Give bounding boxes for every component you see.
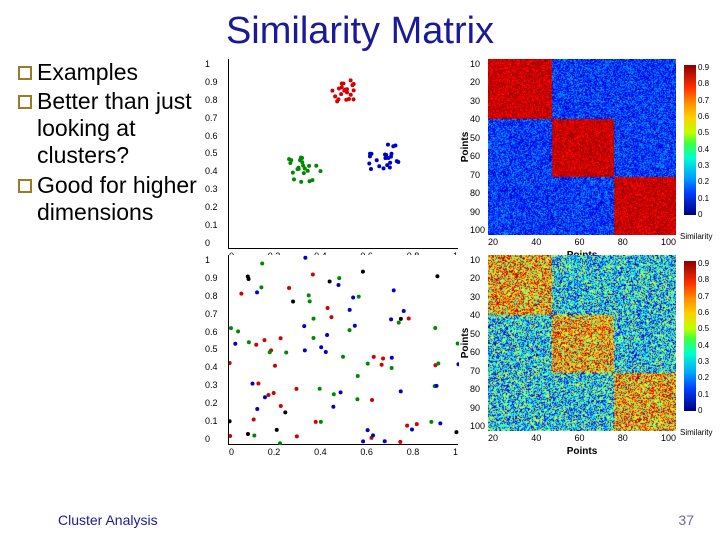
matrix-bottom-wrap: 102030405060708090100 20406080100 Points… (466, 255, 696, 445)
yticks: 10.90.80.70.60.50.40.30.20.10 (205, 59, 218, 248)
bullet-icon (18, 179, 32, 193)
xticks: 20406080100 (488, 237, 676, 247)
cticks: 0.90.80.70.60.50.40.30.20.10 (698, 259, 709, 415)
chart-row-top: 10.90.80.70.60.50.40.30.20.10 00.20.40.6… (204, 59, 710, 249)
chart-row-bottom: 10.90.80.70.60.50.40.30.20.10 00.20.40.6… (204, 255, 710, 445)
bullet-text: Better than just looking at clusters? (37, 88, 198, 169)
footer-left: Cluster Analysis (58, 512, 158, 528)
xlabel: Points (488, 446, 676, 457)
scatter-bottom: 10.90.80.70.60.50.40.30.20.10 00.20.40.6… (228, 255, 458, 445)
yticks: 102030405060708090100 (470, 59, 485, 235)
slide-body: Examples Better than just looking at clu… (0, 53, 720, 445)
yticks: 10.90.80.70.60.50.40.30.20.10 (205, 255, 218, 444)
bullet-item: Better than just looking at clusters? (18, 88, 198, 169)
ylabel: Points (460, 132, 471, 163)
bullet-item: Good for higher dimensions (18, 172, 198, 226)
page-number: 37 (678, 512, 694, 528)
colorbar: 0.90.80.70.60.50.40.30.20.10 Similarity (684, 261, 696, 411)
bullet-text: Good for higher dimensions (37, 172, 198, 226)
xticks: 20406080100 (488, 433, 676, 443)
colorbar: 0.90.80.70.60.50.40.30.20.10 Similarity (684, 65, 696, 215)
scatter-top: 10.90.80.70.60.50.40.30.20.10 00.20.40.6… (228, 59, 458, 249)
matrix-top: 102030405060708090100 20406080100 Points… (488, 59, 676, 235)
matrix-top-wrap: 102030405060708090100 20406080100 Points… (466, 59, 696, 249)
bullet-icon (18, 95, 32, 109)
bullet-item: Examples (18, 59, 198, 86)
bullet-list: Examples Better than just looking at clu… (18, 59, 198, 445)
xticks: 00.20.40.60.81 (229, 447, 458, 457)
chart-area: 10.90.80.70.60.50.40.30.20.10 00.20.40.6… (204, 59, 710, 445)
slide-title: Similarity Matrix (0, 0, 720, 53)
yticks: 102030405060708090100 (470, 255, 485, 431)
colorbar-label: Similarity (680, 232, 712, 241)
colorbar-label: Similarity (680, 428, 712, 437)
matrix-bottom: 102030405060708090100 20406080100 Points… (488, 255, 676, 431)
ylabel: Points (460, 328, 471, 359)
bullet-icon (18, 66, 32, 80)
bullet-text: Examples (37, 59, 138, 86)
cticks: 0.90.80.70.60.50.40.30.20.10 (698, 63, 709, 219)
